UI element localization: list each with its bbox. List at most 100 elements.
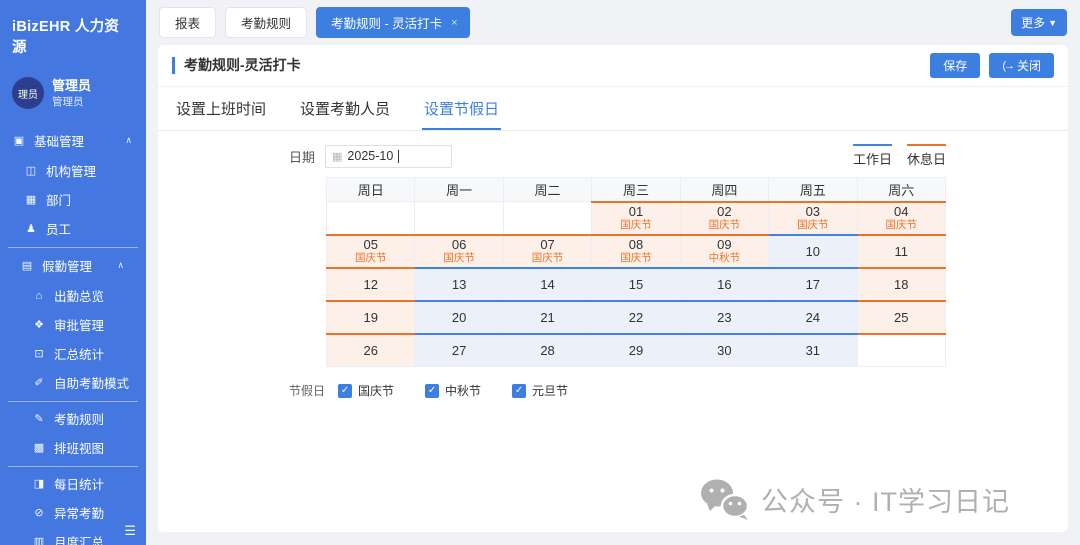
close-icon[interactable]: × [451,17,457,29]
calendar-day-cell[interactable]: 10 [769,235,857,268]
calendar-day-cell[interactable]: 09中秋节 [680,235,768,268]
calendar-day-cell[interactable]: 13 [415,268,503,301]
self-attendance-icon: ✐ [32,376,46,389]
calendar-day-cell[interactable]: 19 [327,301,415,334]
sidebar-item[interactable]: ✐自助考勤模式 [8,368,138,397]
leave-attendance-icon: ▤ [20,259,34,272]
checkbox-checked[interactable]: ✓ [338,384,352,398]
close-button[interactable]: (→ 关闭 [989,53,1054,78]
settings-tab[interactable]: 设置考勤人员 [298,87,392,130]
calendar-day-cell[interactable]: 15 [592,268,680,301]
calendar-day-cell[interactable]: 04国庆节 [857,202,945,235]
calendar-day-cell[interactable]: 24 [769,301,857,334]
holiday-name: 国庆节 [592,252,679,265]
calendar-day-cell[interactable]: 12 [327,268,415,301]
calendar-day-cell[interactable]: 14 [503,268,591,301]
chevron-up-icon[interactable]: ∧ [125,135,132,146]
sidebar-item[interactable]: ⊡汇总统计 [8,339,138,368]
day-number: 21 [504,310,591,325]
calendar-day-cell[interactable]: 05国庆节 [327,235,415,268]
calendar-day-cell[interactable]: 17 [769,268,857,301]
sidebar-item[interactable]: ♟员工 [0,214,146,243]
calendar-day-cell[interactable]: 07国庆节 [503,235,591,268]
sidebar-group-header[interactable]: ▣基础管理∧ [0,125,146,156]
sidebar-item[interactable]: ▦部门 [0,185,146,214]
calendar-day-cell[interactable]: 22 [592,301,680,334]
holiday-name: 国庆节 [681,219,768,232]
calendar-day-cell[interactable]: 06国庆节 [415,235,503,268]
checkbox-checked[interactable]: ✓ [425,384,439,398]
day-number: 14 [504,277,591,292]
wechat-icon [699,478,751,520]
day-number: 26 [327,343,414,358]
holiday-name: 国庆节 [769,219,856,232]
holiday-name: 中秋节 [681,252,768,265]
calendar-day-cell[interactable]: 18 [857,268,945,301]
sidebar-item[interactable]: ⌂出勤总览 [8,281,138,310]
calendar-day-cell[interactable]: 01国庆节 [592,202,680,235]
save-button[interactable]: 保存 [930,53,980,78]
calendar-day-cell[interactable]: 02国庆节 [680,202,768,235]
day-number: 13 [415,277,502,292]
topbar-tab[interactable]: 考勤规则 - 灵活打卡× [316,7,470,38]
day-number: 19 [327,310,414,325]
holiday-checkbox-row: 节假日 ✓国庆节✓中秋节✓元旦节 [158,382,946,399]
calendar-day-cell[interactable]: 26 [327,334,415,367]
sidebar-item[interactable]: ◫机构管理 [0,156,146,185]
sidebar-item-label: 考勤规则 [54,409,104,428]
watermark: 公众号 · IT学习日记 [699,478,1010,520]
settings-tab[interactable]: 设置节假日 [422,87,501,130]
date-value: 2025-10 [347,149,393,163]
calendar-weekday: 周四 [680,178,768,202]
id-card-icon: ▣ [12,134,26,147]
calendar-row: 12131415161718 [327,268,946,301]
sidebar-item-label: 审批管理 [54,315,104,334]
topbar-tab[interactable]: 报表 [159,7,216,38]
chevron-up-icon[interactable]: ∧ [117,260,124,271]
calendar-day-cell[interactable]: 20 [415,301,503,334]
holiday-option-label: 国庆节 [358,382,394,399]
watermark-text: 公众号 · IT学习日记 [761,480,1010,519]
calendar-day-cell[interactable]: 25 [857,301,945,334]
sidebar-item-label: 汇总统计 [54,344,104,363]
checkbox-checked[interactable]: ✓ [512,384,526,398]
date-input[interactable]: ▦ 2025-10 [325,145,452,168]
calendar-day-cell[interactable]: 27 [415,334,503,367]
more-button[interactable]: 更多 ▼ [1011,9,1067,36]
sidebar-item[interactable]: ✎考勤规则 [8,404,138,433]
calendar-day-cell[interactable]: 11 [857,235,945,268]
user-profile[interactable]: 理员 管理员 管理员 [0,65,146,123]
calendar-day-cell[interactable]: 30 [680,334,768,367]
calendar-day-cell[interactable]: 16 [680,268,768,301]
calendar-day-cell[interactable]: 03国庆节 [769,202,857,235]
day-number: 31 [769,343,856,358]
day-number: 16 [681,277,768,292]
day-number: 28 [504,343,591,358]
sidebar-item-label: 机构管理 [46,161,96,180]
sidebar-item[interactable]: ❖审批管理 [8,310,138,339]
sidebar-item[interactable]: ▩排班视图 [8,433,138,462]
day-number: 09 [681,237,768,252]
calendar-day-cell[interactable]: 29 [592,334,680,367]
calendar-day-cell[interactable]: 23 [680,301,768,334]
holiday-options: ✓ 国庆节 ✓中秋节 ✓元旦节 [338,382,568,399]
sidebar-group-header[interactable]: ▤假勤管理∧ [8,250,138,281]
sidebar-collapse-icon[interactable]: ☰ [124,523,136,539]
sidebar-item[interactable]: ⊘异常考勤 [8,498,138,527]
holiday-settings-panel: 日期 ▦ 2025-10 工作日休息日 周日周一周二周三周四周五周六 01国庆节… [158,144,946,399]
settings-tab[interactable]: 设置上班时间 [174,87,268,130]
day-number: 17 [769,277,856,292]
calendar-day-cell[interactable]: 28 [503,334,591,367]
content-card: 考勤规则-灵活打卡 保存 (→ 关闭 设置上班时间设置考勤人员设置节假日 日期 … [158,45,1068,532]
sidebar-item[interactable]: ▥月度汇总 [8,527,138,545]
holiday-option[interactable]: ✓ 国庆节 [338,382,394,399]
holiday-option[interactable]: ✓中秋节 [425,382,481,399]
calendar-day-cell[interactable]: 31 [769,334,857,367]
holiday-name: 国庆节 [415,252,502,265]
holiday-option[interactable]: ✓元旦节 [512,382,568,399]
legend-work: 工作日 [853,144,892,168]
sidebar-item[interactable]: ◨每日统计 [8,469,138,498]
calendar-day-cell[interactable]: 21 [503,301,591,334]
calendar-day-cell[interactable]: 08国庆节 [592,235,680,268]
topbar-tab[interactable]: 考勤规则 [225,7,307,38]
